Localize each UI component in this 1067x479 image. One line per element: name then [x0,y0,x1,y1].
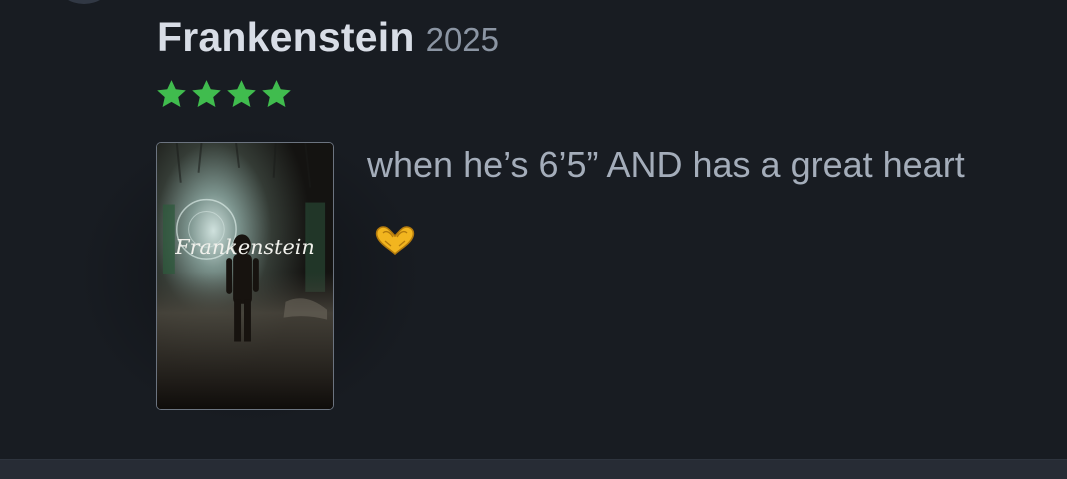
film-poster[interactable]: Frankenstein [156,142,334,410]
star-rating [155,78,293,111]
star-icon [192,80,221,108]
review-card: Frankenstein 2025 Frankenstein when he’s… [0,0,1067,479]
film-year[interactable]: 2025 [426,21,499,59]
poster-artwork: Frankenstein [157,143,333,409]
review-text: when he’s 6’5” AND has a great heart [367,144,965,185]
heart-hands-icon [375,226,415,256]
poster-title-text: Frankenstein [174,235,315,259]
star-icon [227,80,256,108]
film-heading: Frankenstein 2025 [157,14,499,61]
user-avatar[interactable] [58,0,110,4]
star-icon [157,80,186,108]
star-icon [262,80,291,108]
footer-bar [0,459,1067,479]
film-title[interactable]: Frankenstein [157,14,415,61]
review-body: when he’s 6’5” AND has a great heart [367,127,1007,279]
